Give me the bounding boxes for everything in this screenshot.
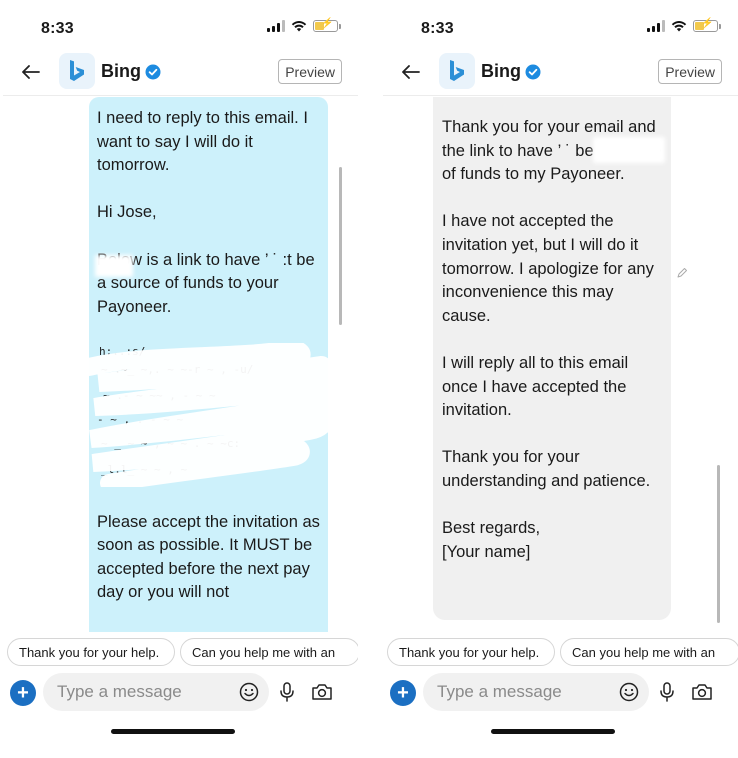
cellular-signal-icon xyxy=(647,20,665,32)
verified-badge-icon xyxy=(145,64,161,80)
camera-icon[interactable] xyxy=(691,683,713,701)
back-button[interactable] xyxy=(17,58,45,86)
status-time: 8:33 xyxy=(41,20,74,37)
preview-button[interactable]: Preview xyxy=(658,59,722,84)
cellular-signal-icon xyxy=(267,20,285,32)
bing-logo xyxy=(439,53,475,89)
redacted-link: h:..:s/ ~ .~_ ~,. ~ ~-r ~ , -u/ ~ .- ~ ~… xyxy=(89,342,328,487)
message-input[interactable] xyxy=(423,673,649,711)
chat-area: Thank you for your email and the link to… xyxy=(383,97,738,632)
message-paragraph: Hi Jose, xyxy=(97,203,157,222)
verified-badge-icon xyxy=(525,64,541,80)
message-paragraph: I need to reply to this email. I want to… xyxy=(97,109,308,175)
suggestion-chip[interactable]: Can you help me with an xyxy=(180,638,358,666)
message-paragraph: Thank you for your understanding and pat… xyxy=(442,448,651,490)
emoji-icon[interactable] xyxy=(619,682,639,702)
microphone-icon[interactable] xyxy=(658,682,676,702)
bing-message-bubble: Thank you for your email and the link to… xyxy=(433,97,671,620)
wifi-icon xyxy=(291,21,307,32)
microphone-icon[interactable] xyxy=(278,682,296,702)
plus-button[interactable]: + xyxy=(10,680,36,706)
preview-button[interactable]: Preview xyxy=(278,59,342,84)
redaction-smudge xyxy=(95,255,133,277)
bot-name: Bing xyxy=(481,61,521,81)
message-paragraph: Best regards, [Your name] xyxy=(442,519,541,561)
message-composer: + xyxy=(383,673,738,711)
emoji-icon[interactable] xyxy=(239,682,259,702)
status-time: 8:33 xyxy=(421,20,454,37)
suggestion-chip[interactable]: Can you help me with an xyxy=(560,638,738,666)
home-indicator[interactable] xyxy=(491,729,615,734)
plus-icon: + xyxy=(397,682,409,704)
scrollbar[interactable] xyxy=(717,465,720,623)
suggestion-bar: Thank you for your help. Can you help me… xyxy=(3,638,358,666)
plus-icon: + xyxy=(17,682,29,704)
chat-header: Bing Preview xyxy=(3,50,358,96)
redaction-smudge xyxy=(593,137,665,163)
bing-logo xyxy=(59,53,95,89)
chat-area: I need to reply to this email. I want to… xyxy=(3,97,358,632)
status-bar: 8:33 ⚡ xyxy=(383,0,738,50)
back-button[interactable] xyxy=(397,58,425,86)
back-arrow-icon xyxy=(402,65,420,79)
chat-header: Bing Preview xyxy=(383,50,738,96)
wifi-icon xyxy=(671,21,687,32)
message-composer: + xyxy=(3,673,358,711)
camera-icon[interactable] xyxy=(311,683,333,701)
message-paragraph: I have not accepted the invitation yet, … xyxy=(442,212,654,325)
scrollbar[interactable] xyxy=(339,167,342,325)
status-bar: 8:33 ⚡ xyxy=(3,0,358,50)
home-indicator[interactable] xyxy=(111,729,235,734)
suggestion-bar: Thank you for your help. Can you help me… xyxy=(383,638,738,666)
bing-logo-icon xyxy=(450,60,464,81)
battery-icon: ⚡ xyxy=(313,18,341,32)
bing-logo-icon xyxy=(70,60,84,81)
message-input[interactable] xyxy=(43,673,269,711)
message-paragraph: I will reply all to this email once I ha… xyxy=(442,353,629,420)
phone-screen-left: 8:33 ⚡ Bing Preview I need to reply to t… xyxy=(3,0,358,758)
battery-icon: ⚡ xyxy=(693,18,721,32)
suggestion-chip[interactable]: Thank you for your help. xyxy=(387,638,555,666)
plus-button[interactable]: + xyxy=(390,680,416,706)
message-paragraph: Please accept the invitation as soon as … xyxy=(97,512,320,602)
bot-name: Bing xyxy=(101,61,141,81)
pencil-icon[interactable] xyxy=(676,267,688,279)
back-arrow-icon xyxy=(22,65,40,79)
user-message-bubble: I need to reply to this email. I want to… xyxy=(89,97,328,632)
phone-screen-right: 8:33 ⚡ Bing Preview Thank you for your e… xyxy=(383,0,738,758)
suggestion-chip[interactable]: Thank you for your help. xyxy=(7,638,175,666)
